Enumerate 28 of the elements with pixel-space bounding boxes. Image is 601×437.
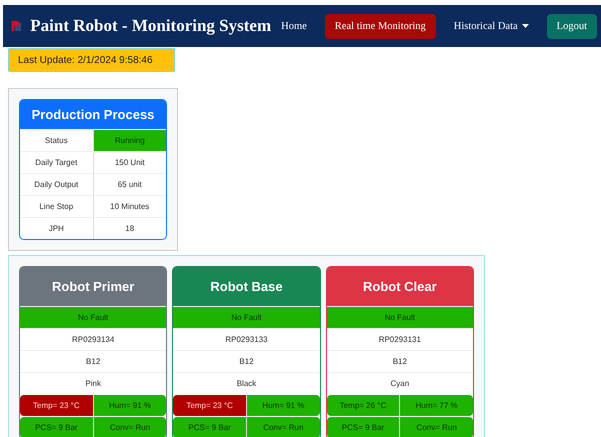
robot-title: Robot Primer [20,267,166,306]
fault-status: No Fault [20,307,166,328]
last-update-badge: Last Update: 2/1/2024 9:58:46 [8,48,175,72]
sensor-cell: PCS= 9 Bar [173,417,246,437]
sensor-cell: Conv= Run [399,417,473,437]
robot-title: Robot Base [173,267,320,306]
fault-status: No Fault [173,307,320,328]
sensor-cell: Temp= 23 °C [173,395,246,416]
sensor-cell: Hum= 91 % [246,395,320,416]
sensor-cell: Hum= 91 % [92,395,166,416]
sensor-cell: Hum= 77 % [399,395,473,416]
caret-icon [522,24,529,28]
fault-status: No Fault [326,307,473,328]
nav-dropdown[interactable]: Historical Data [444,14,539,38]
sensor-cell: Conv= Run [246,417,320,437]
nav-link[interactable]: Real time Monitoring [324,14,436,38]
card-title: Production Process [20,100,166,129]
table-cell: Running [92,130,166,151]
sensor-cell: Temp= 26 °C [326,395,400,416]
app-title: Paint Robot - Monitoring System [30,16,272,36]
sensor-cell: Temp= 23 °C [20,395,93,416]
robot-title: Robot Clear [326,267,473,306]
sensor-cell: PCS= 9 Bar [326,417,400,437]
sensor-cell: PCS= 9 Bar [20,417,93,437]
logout-button[interactable]: Logout [546,14,597,38]
nav-link[interactable]: Home [271,14,317,38]
sensor-cell: Conv= Run [92,417,166,437]
table-cell: 18 [92,218,166,239]
